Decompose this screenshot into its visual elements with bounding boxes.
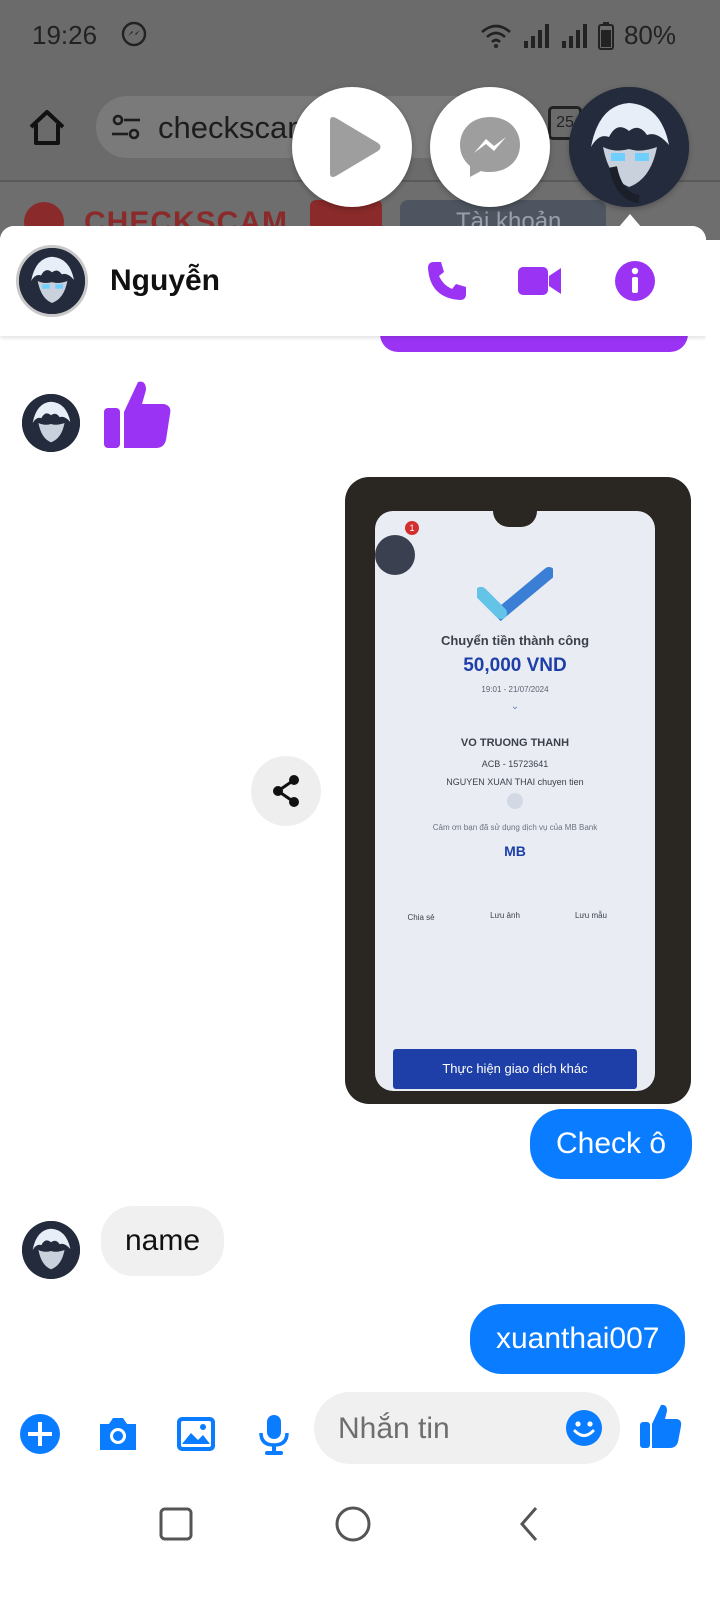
receipt-action-save-template: Lưu mẫu	[574, 911, 608, 920]
messenger-icon	[460, 117, 520, 177]
outgoing-message-check[interactable]: Check ô	[530, 1109, 693, 1179]
incoming-avatar-2	[22, 1221, 80, 1279]
share-button[interactable]	[251, 756, 321, 826]
chat-head-messenger[interactable]	[430, 87, 550, 207]
receipt-screen: 1 Chuyển tiền thành công 50,000 VND 19:0…	[375, 511, 655, 1091]
send-like-icon[interactable]	[638, 1402, 682, 1450]
home-icon[interactable]	[26, 106, 68, 148]
receipt-datetime: 19:01 - 21/07/2024	[481, 685, 549, 694]
plus-icon[interactable]	[18, 1412, 62, 1456]
thumbs-up-icon[interactable]	[100, 376, 176, 452]
wifi-icon	[481, 24, 511, 48]
signal-icon	[523, 23, 549, 48]
contact-name[interactable]: Nguyễn	[110, 264, 220, 298]
message-composer: Nhắn tin	[0, 1392, 706, 1474]
outgoing-message-username[interactable]: xuanthai007	[470, 1304, 686, 1374]
checkmark-icon	[477, 567, 553, 621]
incoming-avatar	[22, 394, 80, 452]
info-icon[interactable]	[612, 258, 658, 304]
status-indicators: 80%	[480, 20, 676, 51]
status-time: 19:26	[32, 20, 98, 50]
expand-chevron-icon: ⌄	[510, 701, 520, 712]
phone-notch	[493, 511, 537, 527]
gallery-icon[interactable]	[174, 1412, 218, 1456]
recent-apps-icon[interactable]	[156, 1504, 196, 1544]
chat-head-contact-avatar[interactable]	[569, 87, 689, 207]
url-text: checkscam	[158, 110, 314, 145]
chat-panel: Nguyễn 1 Chuyển tiền thành công 50,000 V…	[0, 226, 706, 1474]
message-input-placeholder: Nhắn tin	[338, 1412, 450, 1445]
notification-badge: 1	[405, 521, 419, 535]
battery-icon	[597, 21, 614, 50]
share-icon	[273, 775, 299, 807]
back-icon[interactable]	[510, 1504, 550, 1544]
receipt-recipient: VO TRUONG THANH	[460, 737, 570, 749]
mb-bank-logo: MB	[504, 843, 526, 859]
contact-avatar[interactable]	[16, 245, 88, 317]
receipt-chevron-icon	[507, 793, 523, 809]
camera-icon[interactable]	[96, 1412, 140, 1456]
chat-header: Nguyễn	[0, 226, 706, 336]
phone-icon[interactable]	[424, 258, 470, 304]
receipt-thanks: Cảm ơn bạn đã sử dụng dịch vụ của MB Ban…	[432, 823, 598, 832]
receipt-memo: NGUYEN XUAN THAI chuyen tien	[446, 777, 584, 787]
receipt-bank: ACB - 15723641	[481, 759, 549, 769]
site-settings-icon[interactable]	[110, 112, 142, 142]
receipt-amount: 50,000 VND	[463, 655, 567, 676]
message-input[interactable]: Nhắn tin	[314, 1392, 620, 1464]
receipt-new-transaction-button: Thực hiện giao dịch khác	[393, 1049, 637, 1089]
battery-percent: 80%	[623, 20, 676, 50]
avatar-image	[19, 248, 85, 314]
video-call-icon[interactable]	[516, 258, 562, 304]
avatar	[569, 87, 689, 207]
receipt-title: Chuyển tiền thành công	[440, 633, 590, 648]
photo-message[interactable]: 1 Chuyển tiền thành công 50,000 VND 19:0…	[345, 477, 691, 1104]
play-icon	[330, 117, 381, 177]
receipt-avatar	[375, 535, 415, 575]
system-navigation-bar	[0, 1478, 720, 1600]
avatar-image	[22, 1221, 80, 1279]
home-nav-icon[interactable]	[333, 1504, 373, 1544]
signal-icon-2	[561, 23, 587, 48]
incoming-message-name[interactable]: name	[101, 1206, 225, 1276]
status-bar: 19:26 80%	[0, 0, 720, 74]
avatar-image	[22, 394, 80, 452]
emoji-icon[interactable]	[564, 1408, 604, 1448]
messenger-notification-icon	[121, 21, 147, 47]
chat-head-play-button[interactable]	[292, 87, 412, 207]
microphone-icon[interactable]	[252, 1412, 296, 1456]
